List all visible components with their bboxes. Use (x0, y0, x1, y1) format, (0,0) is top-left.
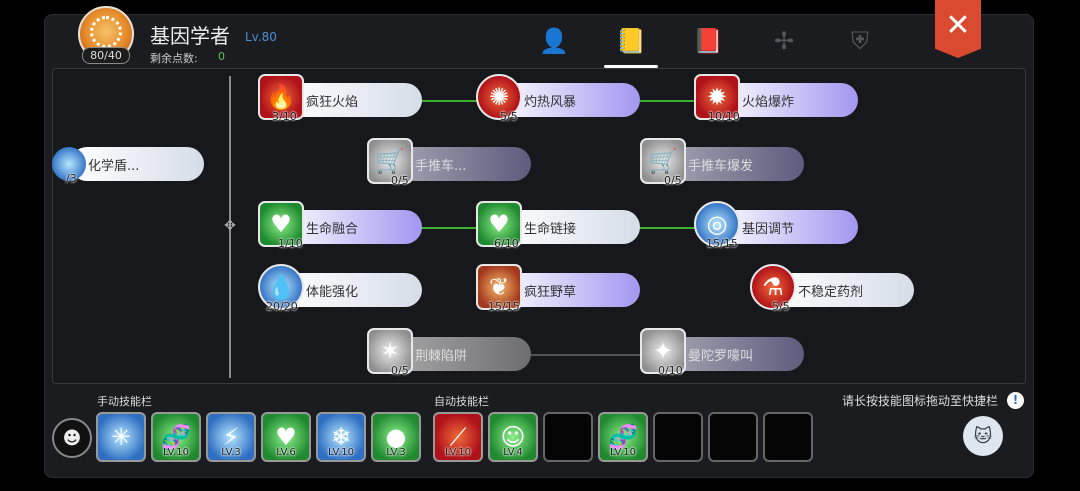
drag-hint: 请长按技能图标拖动至快捷栏 (842, 394, 999, 408)
pet-button[interactable]: 🐱 (963, 416, 1003, 456)
points-label: 剩余点数: (150, 52, 198, 65)
auto-slot-5-empty[interactable] (653, 412, 703, 462)
tree-node-icon: ✥ (224, 218, 236, 234)
skill-level: 6/10 (494, 237, 519, 250)
skill-level: 15/15 (488, 300, 520, 313)
skill-unstable-potion[interactable]: 不稳定药剂 ⚗ 5/5 (750, 264, 915, 313)
skill-book-icon: 📒 (616, 27, 646, 55)
skill-level: 10/10 (708, 110, 740, 123)
auto-slot-1[interactable]: ⟋ LV.10 (433, 412, 483, 462)
skill-link (420, 227, 480, 229)
skill-cart[interactable]: 手推车... 🛒 0/5 (367, 138, 532, 187)
skill-frenzy-flame[interactable]: 疯狂火焰 🔥 3/10 (258, 74, 423, 123)
skill-level: 5/5 (772, 300, 790, 313)
skill-scorch-storm[interactable]: 灼热风暴 ✺ 5/5 (476, 74, 641, 123)
close-button[interactable]: ✕ (935, 0, 981, 58)
skill-level: 5/5 (500, 110, 518, 123)
tab-character[interactable]: 👤 (539, 27, 569, 55)
info-icon[interactable]: ! (1007, 392, 1024, 409)
skill-life-link[interactable]: 生命链接 ♥ 6/10 (476, 201, 641, 250)
skill-level: 20/20 (266, 300, 298, 313)
winged-emblem-icon: ⛨ (851, 27, 869, 55)
skill-level: 1/10 (278, 237, 303, 250)
auto-bar-title: 自动技能栏 (434, 395, 489, 408)
skill-stamina[interactable]: 体能强化 💧 20/20 (258, 264, 423, 313)
skill-label: 化学盾... (70, 147, 204, 181)
auto-slot-7-empty[interactable] (763, 412, 813, 462)
book-icon: 📕 (693, 27, 723, 55)
points-value: 0 (218, 50, 225, 63)
tab-emblem[interactable]: ⛨ (845, 27, 875, 55)
auto-slot-4[interactable]: 🧬 LV.10 (598, 412, 648, 462)
auto-slot-3-empty[interactable] (543, 412, 593, 462)
avatar-count: 80/40 (82, 47, 130, 64)
skill-level: 0/5 (664, 174, 682, 187)
manual-bar-title: 手动技能栏 (97, 395, 152, 408)
manual-slot-6[interactable]: ● LV.3 (371, 412, 421, 462)
tab-skill-book[interactable]: 📒 (616, 27, 646, 55)
skill-mandrake-cry[interactable]: 曼陀罗嚎叫 ✦ 0/10 (640, 328, 805, 377)
skill-life-fusion[interactable]: 生命融合 ♥ 1/10 (258, 201, 423, 250)
tab-cross[interactable]: ✢ (769, 27, 799, 55)
cat-icon: 🐱 (973, 425, 993, 447)
skill-link (638, 227, 698, 229)
skill-gene-tune[interactable]: 基因调节 ◎ 15/15 (694, 201, 859, 250)
skill-level: 0/10 (658, 364, 683, 377)
skill-link (638, 100, 698, 102)
face-icon: ☻ (62, 427, 82, 449)
skill-thorn-trap[interactable]: 荆棘陷阱 ✶ 0/5 (367, 328, 532, 377)
skill-level: 0/5 (391, 174, 409, 187)
skill-flame-burst[interactable]: 火焰爆炸 ✹ 10/10 (694, 74, 859, 123)
tab-book[interactable]: 📕 (693, 27, 723, 55)
root-skill[interactable]: 化学盾... /3 (52, 146, 206, 185)
auto-slot-6-empty[interactable] (708, 412, 758, 462)
person-star-icon: 👤 (539, 27, 569, 55)
auto-slot-2[interactable]: ☺ LV.4 (488, 412, 538, 462)
skill-level: 15/15 (706, 237, 738, 250)
skill-cart-burst[interactable]: 手推车爆发 🛒 0/5 (640, 138, 805, 187)
skill-level: 3/10 (272, 110, 297, 123)
skill-level: 0/5 (391, 364, 409, 377)
manual-slot-4[interactable]: ♥ LV.6 (261, 412, 311, 462)
class-name: 基因学者 (150, 24, 230, 48)
skill-wild-weed[interactable]: 疯狂野草 ❦ 15/15 (476, 264, 641, 313)
manual-slot-3[interactable]: ⚡ LV.3 (206, 412, 256, 462)
class-level: Lv.80 (245, 30, 277, 44)
skill-link (420, 100, 480, 102)
close-icon: ✕ (945, 7, 971, 43)
gene-emblem-icon (90, 16, 122, 48)
manual-slot-2[interactable]: 🧬 LV.10 (151, 412, 201, 462)
emote-button[interactable]: ☻ (52, 418, 92, 458)
shield-burst-icon: ✳ (110, 423, 132, 451)
manual-slot-5[interactable]: ❄ LV.10 (316, 412, 366, 462)
skill-level: /3 (66, 172, 77, 185)
skill-link-locked (530, 354, 642, 356)
cross-icon: ✢ (773, 27, 795, 55)
manual-slot-1[interactable]: ✳ (96, 412, 146, 462)
